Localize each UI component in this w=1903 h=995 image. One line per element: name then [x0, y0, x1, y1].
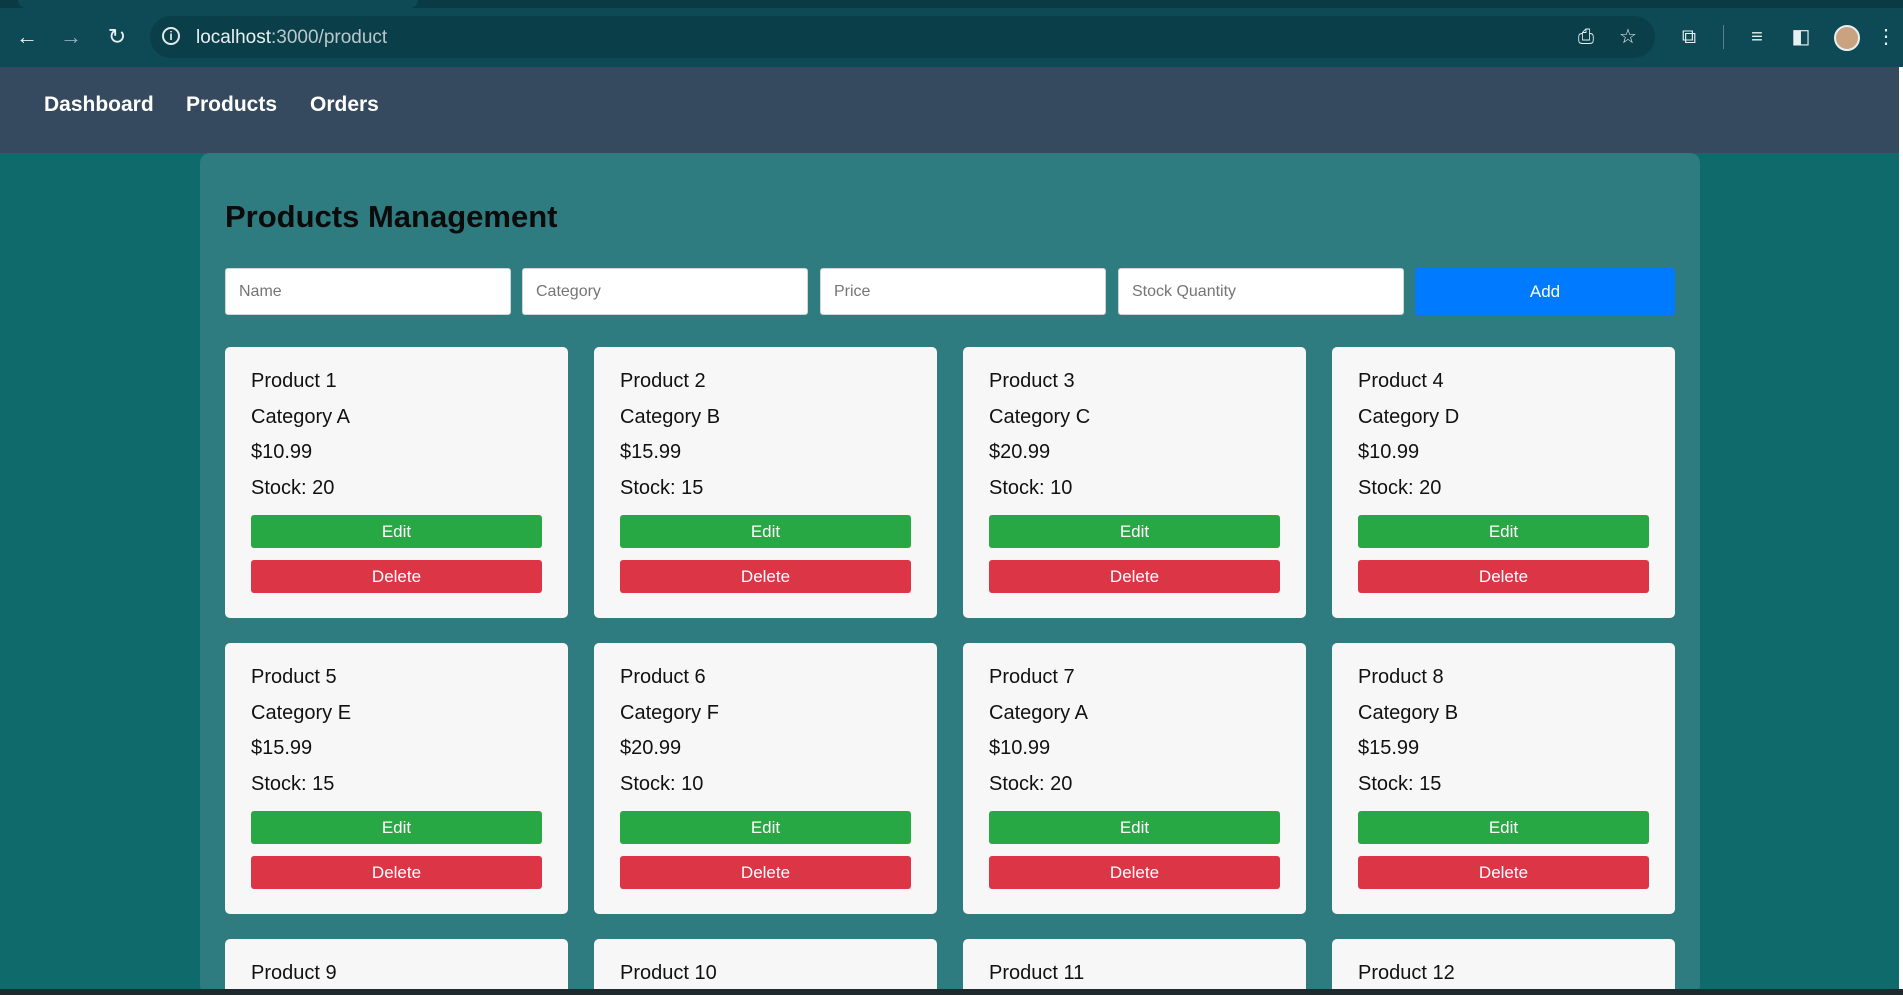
product-card: Product 5 Category E $15.99 Stock: 15 Ed… — [225, 643, 568, 914]
product-price: $20.99 — [989, 441, 1051, 463]
product-card: Product 7 Category A $10.99 Stock: 20 Ed… — [963, 643, 1306, 914]
product-card: Product 1 Category A $10.99 Stock: 20 Ed… — [225, 347, 568, 618]
product-card: Product 9 — [225, 939, 568, 995]
back-arrow-icon[interactable]: ← — [12, 22, 42, 52]
nav-link-dashboard[interactable]: Dashboard — [44, 93, 154, 117]
nav-link-orders[interactable]: Orders — [310, 93, 379, 117]
product-name: Product 12 — [1358, 962, 1455, 984]
product-name: Product 2 — [620, 370, 706, 392]
product-name: Product 6 — [620, 666, 706, 688]
install-app-icon[interactable]: ⎙ — [1573, 25, 1599, 49]
url-path: :3000/product — [271, 27, 388, 48]
delete-button[interactable]: Delete — [251, 856, 542, 889]
edit-button[interactable]: Edit — [989, 811, 1280, 844]
edit-button[interactable]: Edit — [251, 811, 542, 844]
product-stock: Stock: 15 — [620, 477, 704, 499]
product-stock: Stock: 20 — [1358, 477, 1442, 499]
product-stock: Stock: 10 — [620, 773, 704, 795]
category-input[interactable] — [522, 268, 808, 315]
product-price: $10.99 — [251, 441, 313, 463]
product-price: $20.99 — [620, 737, 682, 759]
product-card: Product 4 Category D $10.99 Stock: 20 Ed… — [1332, 347, 1675, 618]
delete-button[interactable]: Delete — [989, 560, 1280, 593]
product-category: Category C — [989, 406, 1091, 428]
delete-button[interactable]: Delete — [620, 560, 911, 593]
price-input[interactable] — [820, 268, 1106, 315]
delete-button[interactable]: Delete — [251, 560, 542, 593]
product-card: Product 2 Category B $15.99 Stock: 15 Ed… — [594, 347, 937, 618]
os-taskbar-edge — [0, 989, 1903, 995]
side-panel-icon[interactable]: ◧ — [1788, 25, 1814, 49]
product-stock: Stock: 20 — [989, 773, 1073, 795]
forward-arrow-icon[interactable]: → — [56, 22, 86, 52]
product-category: Category A — [251, 406, 350, 428]
delete-button[interactable]: Delete — [1358, 560, 1649, 593]
profile-avatar[interactable] — [1834, 25, 1860, 51]
product-category: Category B — [620, 406, 721, 428]
add-product-button[interactable]: Add — [1415, 268, 1675, 315]
product-card: Product 12 — [1332, 939, 1675, 995]
product-category: Category B — [1358, 702, 1459, 724]
delete-button[interactable]: Delete — [620, 856, 911, 889]
stock-quantity-input[interactable] — [1118, 268, 1404, 315]
product-price: $15.99 — [1358, 737, 1420, 759]
product-stock: Stock: 15 — [251, 773, 335, 795]
product-stock: Stock: 10 — [989, 477, 1073, 499]
bookmark-star-icon[interactable]: ☆ — [1615, 25, 1641, 49]
edit-button[interactable]: Edit — [620, 811, 911, 844]
product-name: Product 7 — [989, 666, 1075, 688]
product-card: Product 6 Category F $20.99 Stock: 10 Ed… — [594, 643, 937, 914]
toolbar-divider — [1723, 25, 1724, 49]
delete-button[interactable]: Delete — [989, 856, 1280, 889]
product-card: Product 3 Category C $20.99 Stock: 10 Ed… — [963, 347, 1306, 618]
edit-button[interactable]: Edit — [620, 515, 911, 548]
product-price: $15.99 — [251, 737, 313, 759]
browser-menu-icon[interactable]: ⋮ — [1876, 25, 1896, 49]
tab-strip — [0, 0, 1903, 8]
product-price: $10.99 — [989, 737, 1051, 759]
product-category: Category A — [989, 702, 1088, 724]
product-card: Product 11 — [963, 939, 1306, 995]
product-category: Category F — [620, 702, 719, 724]
site-info-icon[interactable]: i — [162, 27, 180, 45]
edit-button[interactable]: Edit — [989, 515, 1280, 548]
product-grid: Product 1 Category A $10.99 Stock: 20 Ed… — [225, 347, 1675, 995]
media-controls-icon[interactable]: ≡ — [1744, 25, 1770, 49]
active-tab[interactable] — [18, 0, 418, 8]
page-scrollbar[interactable] — [1899, 67, 1903, 995]
address-bar[interactable]: i localhost:3000/product ⎙ ☆ — [150, 16, 1655, 58]
product-name: Product 3 — [989, 370, 1075, 392]
product-category: Category E — [251, 702, 352, 724]
product-name: Product 10 — [620, 962, 717, 984]
url-host: localhost — [196, 27, 271, 48]
product-name: Product 5 — [251, 666, 337, 688]
product-price: $10.99 — [1358, 441, 1420, 463]
delete-button[interactable]: Delete — [1358, 856, 1649, 889]
nav-link-products[interactable]: Products — [186, 93, 277, 117]
products-panel: Products Management Add Product 1 Catego… — [200, 153, 1700, 995]
product-category: Category D — [1358, 406, 1460, 428]
product-name: Product 8 — [1358, 666, 1444, 688]
extensions-icon[interactable]: ⧉ — [1676, 25, 1702, 49]
app-navbar: Dashboard Products Orders — [0, 67, 1899, 153]
url-text[interactable]: localhost:3000/product — [196, 27, 387, 49]
product-stock: Stock: 20 — [251, 477, 335, 499]
product-card: Product 10 — [594, 939, 937, 995]
edit-button[interactable]: Edit — [1358, 515, 1649, 548]
product-name: Product 4 — [1358, 370, 1444, 392]
edit-button[interactable]: Edit — [1358, 811, 1649, 844]
product-name: Product 9 — [251, 962, 337, 984]
product-name: Product 1 — [251, 370, 337, 392]
reload-icon[interactable]: ↻ — [102, 22, 132, 52]
product-price: $15.99 — [620, 441, 682, 463]
product-name: Product 11 — [989, 962, 1085, 984]
browser-toolbar: ← → ↻ i localhost:3000/product ⎙ ☆ ⧉ ≡ ◧… — [0, 0, 1903, 67]
name-input[interactable] — [225, 268, 511, 315]
product-card: Product 8 Category B $15.99 Stock: 15 Ed… — [1332, 643, 1675, 914]
product-stock: Stock: 15 — [1358, 773, 1442, 795]
page-title: Products Management — [225, 199, 558, 234]
edit-button[interactable]: Edit — [251, 515, 542, 548]
